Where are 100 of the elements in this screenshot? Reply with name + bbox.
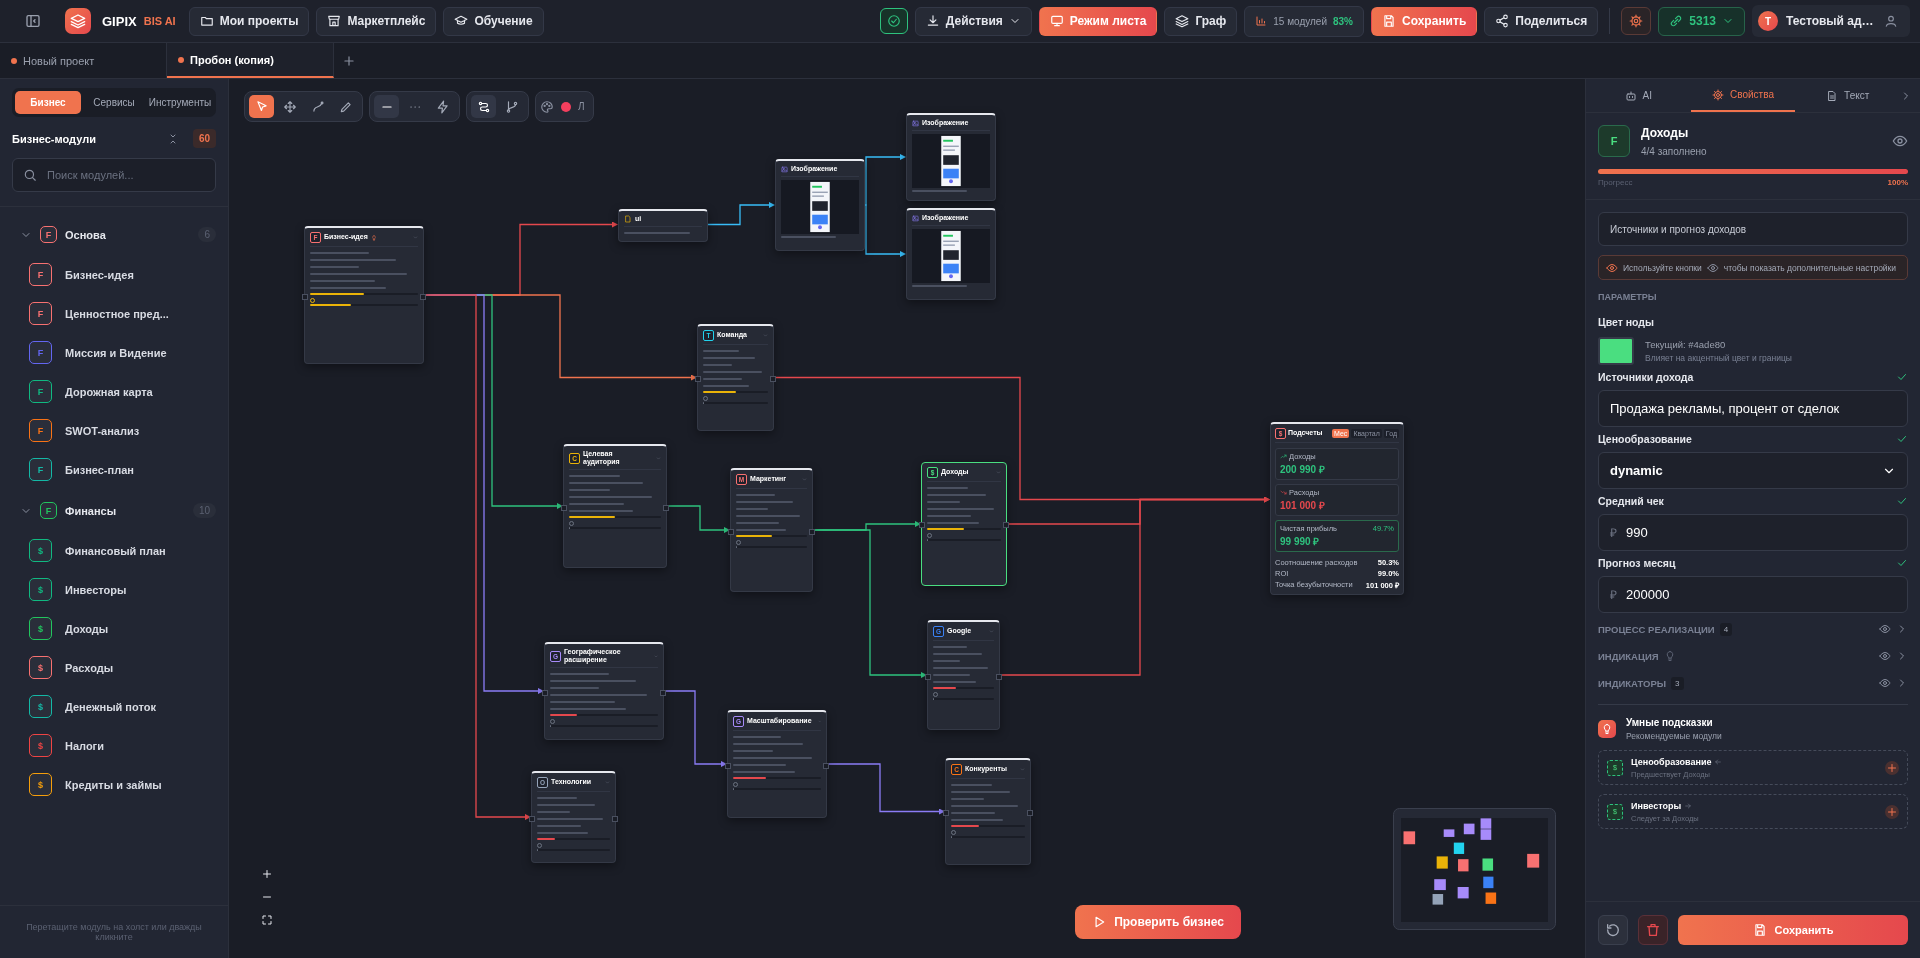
balance-button[interactable]: 5313	[1658, 6, 1745, 36]
module-label: Дорожная карта	[65, 385, 153, 398]
category-tab[interactable]: Сервисы	[81, 91, 147, 114]
select-field[interactable]: dynamic	[1598, 452, 1908, 489]
count-label: 3	[1671, 676, 1684, 690]
connector-line	[707, 202, 775, 226]
graph-button[interactable]: Граф	[1164, 6, 1238, 36]
add-icon[interactable]	[1885, 804, 1899, 819]
user-menu[interactable]: Т Тестовый ад…	[1752, 5, 1910, 37]
progress-percent: 100%	[1887, 178, 1908, 187]
port-handle[interactable]	[925, 673, 931, 680]
route-tool-icon[interactable]	[471, 95, 496, 118]
stat-value: 101 000 ₽	[1280, 499, 1326, 512]
check-business-button[interactable]: Проверить бизнес	[1075, 905, 1241, 939]
add-tab-icon[interactable]	[342, 53, 356, 68]
share-button[interactable]: Поделиться	[1484, 6, 1599, 36]
field-line	[550, 673, 610, 676]
field-line	[933, 660, 961, 662]
port-handle[interactable]	[1027, 810, 1033, 816]
sheet-mode-button[interactable]: Режим листа	[1038, 6, 1158, 36]
field-line	[550, 687, 599, 690]
color-tool[interactable]: Л	[535, 91, 594, 122]
field-line	[703, 378, 742, 380]
reset-icon[interactable]	[1598, 915, 1628, 945]
add-icon[interactable]	[1885, 760, 1899, 775]
text-field[interactable]: Продажа рекламы, процент от сделок	[1598, 390, 1908, 427]
section-header[interactable]: ПРОЦЕСС РЕАЛИЗАЦИИ	[1598, 623, 1715, 635]
save-button[interactable]: Сохранить	[1371, 6, 1478, 36]
section-header[interactable]: ИНДИКАТОРЫ	[1598, 677, 1667, 689]
nav-button[interactable]: Маркетплейс	[316, 6, 437, 36]
nav-button[interactable]: Мои проекты	[188, 6, 310, 36]
port-handle[interactable]	[612, 815, 618, 822]
amount-field[interactable]: ₽ 200000	[1598, 576, 1908, 613]
nav-button[interactable]: Обучение	[443, 6, 544, 36]
actions-dropdown[interactable]: Действия	[914, 6, 1032, 36]
eye-icon	[1706, 261, 1719, 274]
port-handle[interactable]	[823, 762, 829, 769]
field-line	[781, 236, 836, 239]
port-handle[interactable]	[809, 528, 815, 535]
module-label: Инвесторы	[65, 583, 127, 596]
file-icon	[624, 215, 632, 223]
port-handle[interactable]	[695, 376, 701, 382]
field-line	[310, 266, 359, 268]
field-line	[927, 487, 968, 489]
pointer-tool-icon[interactable]	[249, 95, 274, 118]
module-badge: F	[29, 263, 52, 286]
graduation-cap-icon	[454, 14, 469, 28]
port-handle[interactable]	[728, 528, 734, 535]
robot-icon	[1624, 89, 1637, 102]
port-handle[interactable]	[302, 293, 308, 300]
suggestion-title: Ценообразование	[1631, 756, 1712, 767]
color-dot[interactable]	[561, 101, 571, 112]
port-handle[interactable]	[561, 504, 567, 511]
project-tab[interactable]: Пробон (копия)	[167, 43, 334, 78]
color-swatch[interactable]	[1598, 337, 1634, 365]
delete-icon[interactable]	[1638, 915, 1668, 945]
field-line	[310, 252, 370, 254]
amount-field[interactable]: ₽ 990	[1598, 514, 1908, 551]
palette-icon[interactable]	[540, 99, 554, 114]
field-line	[951, 791, 1011, 793]
store-icon	[327, 14, 342, 28]
category-tab[interactable]: Инструменты	[147, 91, 213, 114]
search-input[interactable]: Поиск модулей...	[45, 168, 205, 182]
search-field[interactable]: Поиск модулей...	[12, 158, 216, 192]
module-title: Доходы	[1641, 125, 1690, 140]
module-badge: F	[1598, 125, 1630, 157]
port-handle[interactable]	[996, 673, 1002, 680]
download-icon	[925, 14, 940, 28]
logo-icon	[65, 8, 91, 34]
eye-icon[interactable]	[1892, 133, 1908, 149]
port-handle[interactable]	[1003, 522, 1009, 528]
connector-line	[864, 154, 906, 206]
eye-icon[interactable]	[1879, 677, 1891, 689]
port-handle[interactable]	[542, 689, 548, 696]
port-handle[interactable]	[420, 293, 426, 300]
color-note: Влияет на акцентный цвет и границы	[1645, 353, 1792, 363]
module-badge: $	[29, 656, 52, 679]
port-handle[interactable]	[660, 689, 666, 696]
module-count: 15 модулей	[1273, 15, 1327, 27]
panel-tab[interactable]: Свойства	[1690, 79, 1796, 112]
port-handle[interactable]	[663, 504, 669, 511]
line-tool-icon[interactable]	[374, 95, 399, 118]
eye-icon[interactable]	[1879, 650, 1891, 662]
minimap-drawing[interactable]	[1393, 808, 1556, 930]
settings-icon	[1712, 88, 1725, 101]
chevron-icon[interactable]	[653, 653, 658, 659]
eye-icon[interactable]	[1879, 623, 1891, 635]
port-handle[interactable]	[529, 815, 535, 822]
port-handle[interactable]	[725, 762, 731, 769]
settings-icon[interactable]	[1621, 7, 1652, 35]
port-handle[interactable]	[943, 810, 949, 816]
section-title: Бизнес-модули	[12, 132, 97, 145]
panel-tab[interactable]: AI	[1586, 79, 1691, 112]
port-handle[interactable]	[770, 376, 776, 382]
panel-tab[interactable]: Текст	[1795, 79, 1900, 112]
field-line	[569, 489, 611, 492]
description-field[interactable]: Источники и прогноз доходов	[1598, 212, 1908, 246]
section-header[interactable]: ИНДИКАЦИЯ	[1598, 650, 1659, 662]
module-label: SWOT-анализ	[65, 424, 140, 437]
port-handle[interactable]	[919, 522, 925, 528]
